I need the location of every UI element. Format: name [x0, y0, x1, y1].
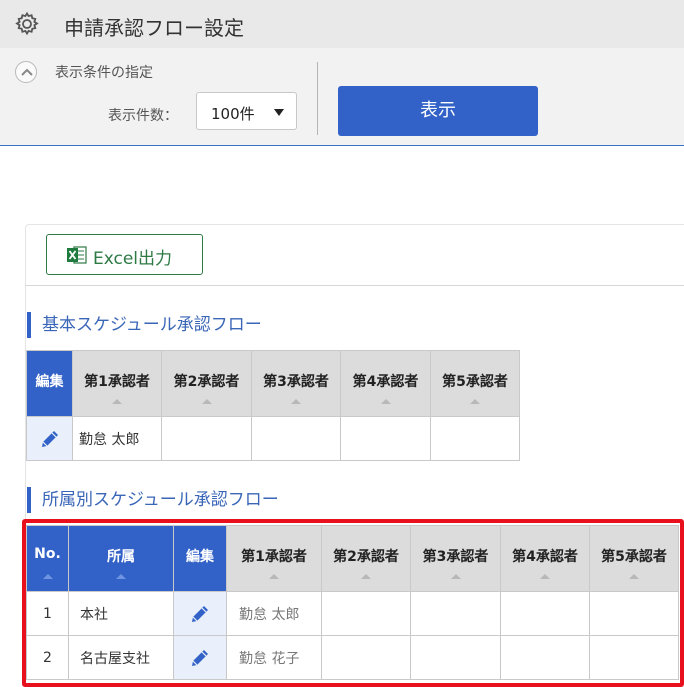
- excel-export-label: Excel出力: [93, 249, 173, 269]
- filter-title: 表示条件の指定: [55, 65, 153, 81]
- page-title: 申請承認フロー設定: [64, 16, 244, 40]
- approver5-cell: [430, 416, 520, 461]
- table-row: 勤怠 太郎: [26, 416, 520, 461]
- divider: [25, 285, 684, 286]
- caret-down-icon: [274, 109, 284, 116]
- show-button[interactable]: 表示: [338, 86, 538, 136]
- basic-section-title: 基本スケジュール承認フロー: [27, 312, 262, 338]
- sort-icon: [470, 399, 480, 404]
- count-label: 表示件数：: [108, 108, 178, 124]
- column-header-edit: 編集: [26, 350, 73, 417]
- excel-export-button[interactable]: Excel出力: [46, 234, 203, 275]
- table-header-row: 編集 第1承認者 第2承認者 第3承認者 第4承認者 第5承認者: [26, 350, 520, 417]
- page-header: 申請承認フロー設定: [0, 0, 684, 48]
- pencil-icon[interactable]: [38, 427, 62, 451]
- column-header-approver3[interactable]: 第3承認者: [251, 350, 341, 417]
- approver3-cell: [251, 416, 341, 461]
- dept-section-title: 所属別スケジュール承認フロー: [27, 487, 279, 513]
- highlight-frame: [22, 519, 684, 687]
- count-select[interactable]: 100件: [196, 92, 297, 130]
- sort-icon: [291, 399, 301, 404]
- column-header-approver2[interactable]: 第2承認者: [161, 350, 252, 417]
- sort-icon: [201, 399, 212, 404]
- filter-panel: 表示条件の指定 表示件数： 100件 表示: [0, 48, 684, 146]
- column-header-approver5[interactable]: 第5承認者: [430, 350, 520, 417]
- collapse-button[interactable]: [15, 61, 37, 83]
- column-header-approver1[interactable]: 第1承認者: [72, 350, 162, 417]
- approver2-cell: [161, 416, 252, 461]
- approver4-cell: [340, 416, 431, 461]
- basic-approval-table: 編集 第1承認者 第2承認者 第3承認者 第4承認者 第5承認者 勤怠 太郎: [26, 350, 520, 461]
- sort-icon: [112, 399, 122, 404]
- sort-icon: [380, 399, 391, 404]
- gear-icon[interactable]: [14, 11, 40, 37]
- chevron-up-icon: [21, 68, 33, 76]
- column-header-approver4[interactable]: 第4承認者: [340, 350, 431, 417]
- edit-cell[interactable]: [26, 416, 73, 461]
- count-value: 100件: [211, 105, 255, 123]
- divider: [317, 62, 318, 135]
- excel-icon: [67, 246, 87, 264]
- approver1-cell: 勤怠 太郎: [72, 416, 162, 461]
